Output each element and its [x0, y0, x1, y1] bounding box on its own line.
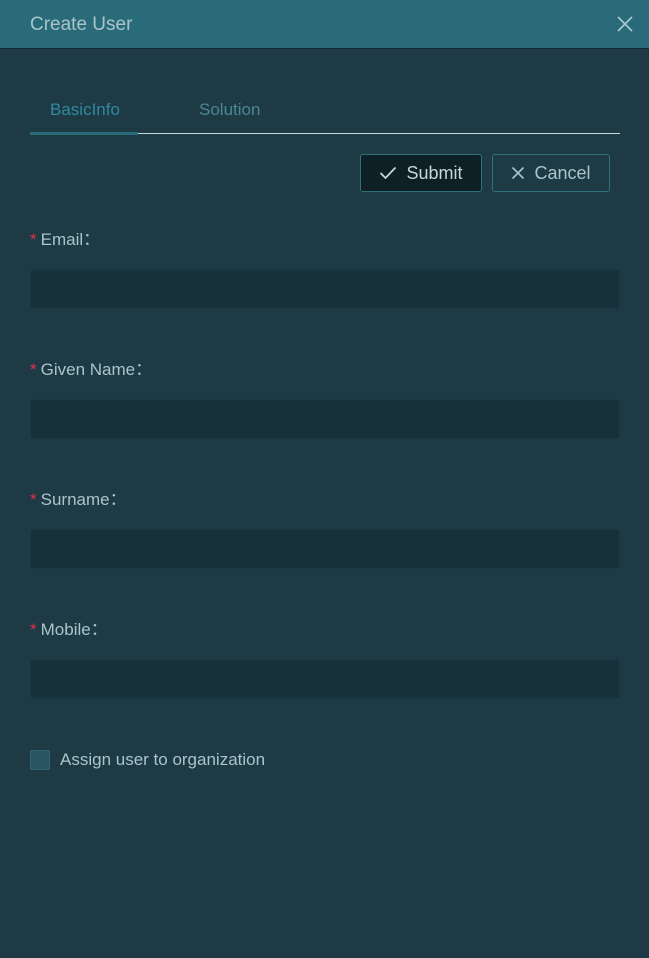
- required-marker: *: [30, 620, 37, 639]
- surname-field[interactable]: [30, 529, 620, 569]
- required-marker: *: [30, 360, 37, 379]
- submit-button[interactable]: Submit: [360, 154, 482, 192]
- cancel-label: Cancel: [534, 162, 591, 183]
- close-icon: [617, 16, 633, 32]
- tab-solution[interactable]: Solution: [199, 99, 260, 121]
- email-field[interactable]: [30, 269, 620, 309]
- assign-org-checkbox[interactable]: [30, 750, 50, 770]
- x-icon: [512, 166, 525, 180]
- submit-label: Submit: [406, 162, 463, 183]
- cancel-button[interactable]: Cancel: [492, 154, 610, 192]
- close-button[interactable]: [615, 14, 635, 34]
- mobile-label: * Mobile：: [30, 620, 108, 639]
- required-marker: *: [30, 490, 37, 509]
- tab-basicinfo[interactable]: BasicInfo: [50, 99, 120, 121]
- given-name-field[interactable]: [30, 399, 620, 439]
- create-user-dialog: Create User BasicInfo Solution Submit Ca…: [0, 0, 649, 958]
- given-name-label: * Given Name：: [30, 360, 153, 379]
- tab-bar: BasicInfo Solution: [30, 96, 620, 135]
- dialog-title: Create User: [30, 14, 133, 35]
- mobile-field[interactable]: [30, 659, 620, 699]
- email-label: * Email：: [30, 230, 101, 249]
- dialog-header: Create User: [0, 0, 649, 48]
- assign-org-label[interactable]: Assign user to organization: [60, 749, 265, 771]
- surname-label: * Surname：: [30, 490, 127, 509]
- check-icon: [380, 166, 397, 180]
- active-tab-indicator: [30, 132, 138, 135]
- required-marker: *: [30, 230, 37, 249]
